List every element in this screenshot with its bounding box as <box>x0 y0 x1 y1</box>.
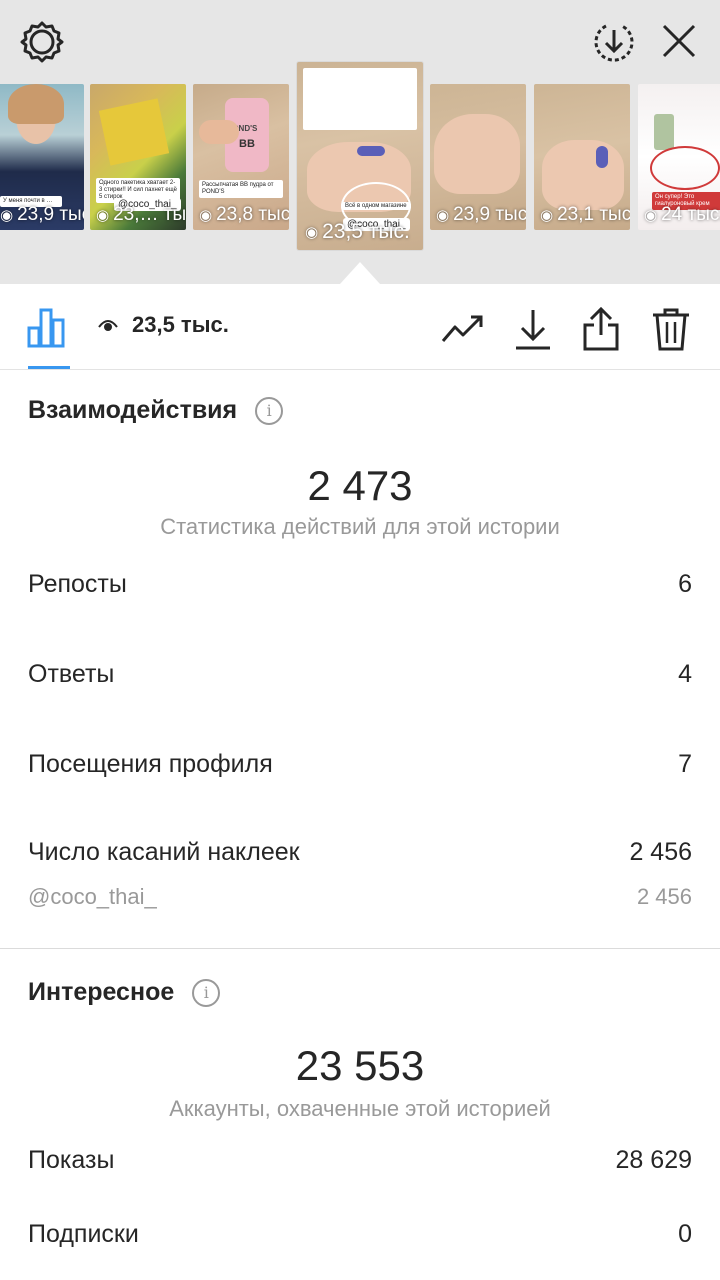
discovery-section-title: Интересное i <box>28 978 221 1007</box>
story-views: ◉ 24 тыс. <box>644 204 720 225</box>
eye-icon <box>98 320 118 331</box>
stat-label: Репосты <box>28 570 127 598</box>
story-views: ◉ 23,8 тыс. <box>199 204 289 225</box>
stat-label: Показы <box>28 1146 115 1174</box>
eye-icon: ◉ <box>96 207 110 224</box>
stats-tab-indicator <box>28 366 70 369</box>
story-thumbnail[interactable]: POND'S BB Рассыпчатая ВВ пудра от POND'S… <box>193 84 289 230</box>
stat-value: 2 456 <box>629 838 692 866</box>
share-button[interactable] <box>578 306 624 352</box>
section-divider <box>0 948 720 949</box>
stat-value: 7 <box>678 750 692 778</box>
interactions-title-text: Взаимодействия <box>28 396 238 424</box>
info-icon[interactable]: i <box>255 396 284 425</box>
interactions-caption: Статистика действий для этой истории <box>160 514 560 539</box>
stat-label: @coco_thai_ <box>28 884 157 909</box>
story-views: ◉23,… тыс. <box>96 204 186 225</box>
stat-value: 28 629 <box>615 1146 692 1174</box>
stat-row-sticker-taps: Число касаний наклеек 2 456 <box>28 838 692 867</box>
stat-value: 4 <box>678 660 692 688</box>
eye-icon: ◉ <box>305 224 319 241</box>
views-count: 23,5 тыс. <box>98 312 229 338</box>
story-thumbnail[interactable]: ◉ 23,1 тыс. <box>534 84 630 230</box>
story-views: ◉ 23,1 тыс. <box>540 204 630 225</box>
trend-icon <box>441 315 483 342</box>
views-value: 23,5 тыс. <box>132 312 229 337</box>
story-thumbnail-selected[interactable]: Всё в одном магазине @coco_thai_ ◉ 23,5 т… <box>297 62 423 250</box>
stat-label: Ответы <box>28 660 115 688</box>
story-views: ◉23,9 тыс. <box>436 204 526 225</box>
delete-button[interactable] <box>648 306 694 352</box>
product-label: BB <box>239 138 255 150</box>
trash-icon <box>653 308 689 351</box>
stat-row-replies: Ответы 4 <box>28 660 692 689</box>
eye-icon: ◉ <box>540 207 554 224</box>
stat-label: Посещения профиля <box>28 750 273 778</box>
stat-row-reposts: Репосты 6 <box>28 570 692 599</box>
story-carousel-area: У меня почти в … ◉23,9 тыс. Одного пакет… <box>0 0 720 284</box>
stat-value: 6 <box>678 570 692 598</box>
story-views: ◉23,9 тыс. <box>0 204 84 225</box>
download-icon <box>516 310 550 350</box>
story-thumbnail[interactable]: ◉ 23,9 тыс. <box>430 84 526 230</box>
stat-value: 0 <box>678 1220 692 1248</box>
stat-label: Число касаний наклеек <box>28 838 300 866</box>
story-overlay-text: Рассыпчатая ВВ пудра от POND'S <box>199 180 283 198</box>
stats-tab[interactable] <box>26 304 70 348</box>
interactions-section-title: Взаимодействия i <box>28 396 284 425</box>
stat-row-follows: Подписки 0 <box>28 1220 692 1249</box>
download-button[interactable] <box>510 306 556 352</box>
discovery-title-text: Интересное <box>28 978 175 1006</box>
story-toolbar: 23,5 тыс. <box>0 284 720 370</box>
discovery-total: 23 553 <box>295 1042 425 1089</box>
story-thumbnail[interactable]: Одного пакетика хватает 2-3 стирки!! И с… <box>90 84 186 230</box>
stat-row-impressions: Показы 28 629 <box>28 1146 692 1175</box>
eye-icon: ◉ <box>0 207 14 224</box>
story-thumbnails: У меня почти в … ◉23,9 тыс. Одного пакет… <box>0 0 720 284</box>
info-icon[interactable]: i <box>192 978 221 1007</box>
story-bubble: Всё в одном магазине <box>341 202 411 210</box>
share-icon <box>583 307 619 351</box>
stat-label: Подписки <box>28 1220 139 1248</box>
bar-chart-icon <box>27 308 65 348</box>
story-text-block <box>303 68 417 130</box>
eye-icon: ◉ <box>436 207 450 224</box>
eye-icon: ◉ <box>644 207 658 224</box>
discovery-caption: Аккаунты, охваченные этой историей <box>169 1096 551 1121</box>
promote-button[interactable] <box>440 306 486 352</box>
story-thumbnail[interactable]: Он супер! Это гиалуроновый крем ◉ 24 тыс. <box>638 84 720 230</box>
interactions-total: 2 473 <box>307 462 413 509</box>
selected-story-pointer <box>340 262 380 284</box>
stat-row-sticker-mention: @coco_thai_ 2 456 <box>28 884 692 910</box>
stat-row-profile-visits: Посещения профиля 7 <box>28 750 692 779</box>
story-thumbnail[interactable]: У меня почти в … ◉23,9 тыс. <box>0 84 84 230</box>
stat-value: 2 456 <box>636 884 692 909</box>
eye-icon: ◉ <box>199 207 213 224</box>
story-views: ◉ 23,5 тыс. <box>305 220 410 243</box>
